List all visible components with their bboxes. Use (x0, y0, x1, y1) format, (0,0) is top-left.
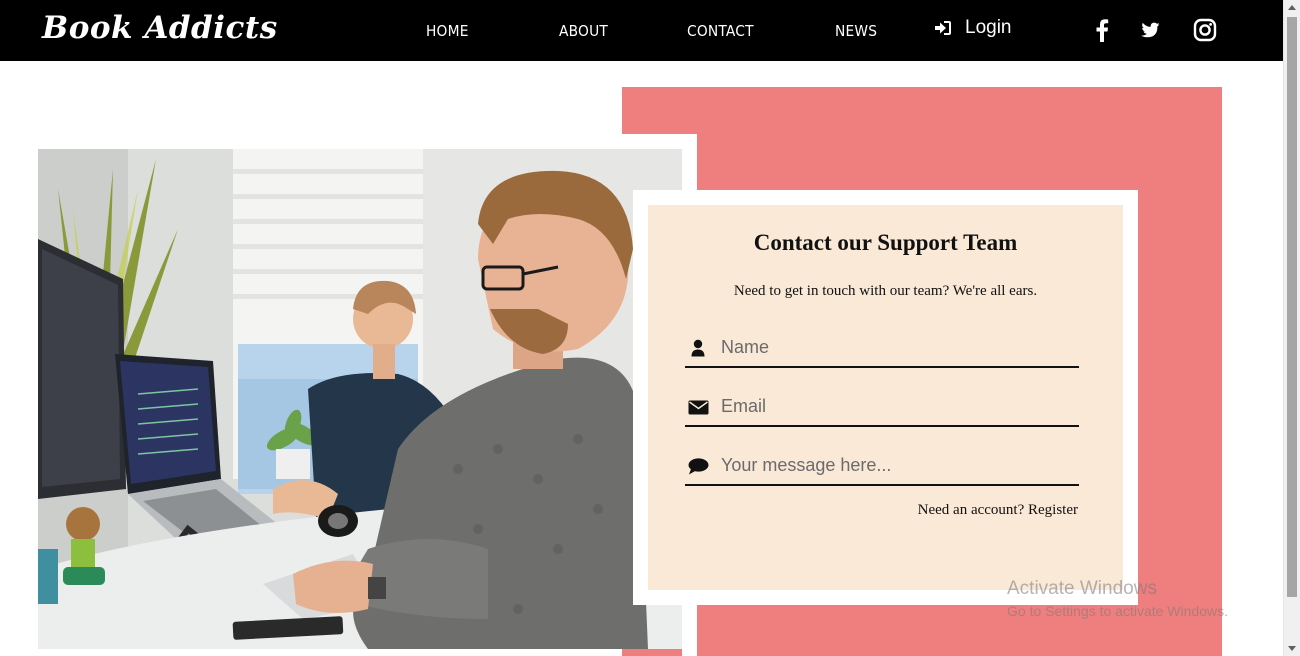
sign-in-icon (935, 21, 951, 35)
instagram-icon[interactable] (1193, 18, 1217, 42)
message-field (685, 446, 1079, 486)
speech-bubble-icon (687, 456, 709, 476)
user-icon (687, 338, 709, 358)
nav-home-link[interactable]: HOME (426, 22, 469, 40)
watermark-title: Activate Windows (1007, 578, 1157, 599)
contact-form-card: Contact our Support Team Need to get in … (648, 205, 1123, 590)
email-input[interactable] (721, 387, 1071, 425)
facebook-icon[interactable] (1090, 18, 1114, 42)
scroll-up-arrow-icon[interactable] (1288, 5, 1296, 10)
nav-contact-link[interactable]: CONTACT (687, 22, 754, 40)
email-field (685, 387, 1079, 427)
form-title: Contact our Support Team (753, 230, 1018, 255)
office-workers-photo (38, 149, 682, 649)
scroll-thumb[interactable] (1287, 17, 1297, 597)
message-input[interactable] (721, 446, 1071, 484)
register-prompt-text: Need an account? (917, 502, 1025, 518)
login-button[interactable]: Login (934, 17, 1012, 39)
nav-news-link[interactable]: NEWS (835, 22, 877, 40)
form-subtitle: Need to get in touch with our team? We'r… (733, 283, 1038, 299)
scroll-down-arrow-icon[interactable] (1288, 646, 1296, 651)
name-input[interactable] (721, 328, 1071, 366)
nav-about-link[interactable]: ABOUT (559, 22, 608, 40)
vertical-scrollbar[interactable] (1283, 0, 1300, 656)
activate-windows-watermark: Activate Windows Go to Settings to activ… (1007, 578, 1228, 619)
login-label: Login (965, 17, 1012, 38)
twitter-icon[interactable] (1140, 18, 1164, 42)
watermark-subtitle: Go to Settings to activate Windows. (1007, 603, 1228, 619)
name-field (685, 328, 1079, 368)
photo-border-bottom (682, 605, 697, 656)
navbar: Book Addicts HOME ABOUT CONTACT NEWS Log… (0, 0, 1283, 61)
register-link[interactable]: Register (1028, 502, 1078, 518)
site-logo[interactable]: Book Addicts (42, 10, 278, 46)
envelope-icon (687, 397, 709, 417)
register-prompt: Need an account? Register (918, 502, 1078, 519)
